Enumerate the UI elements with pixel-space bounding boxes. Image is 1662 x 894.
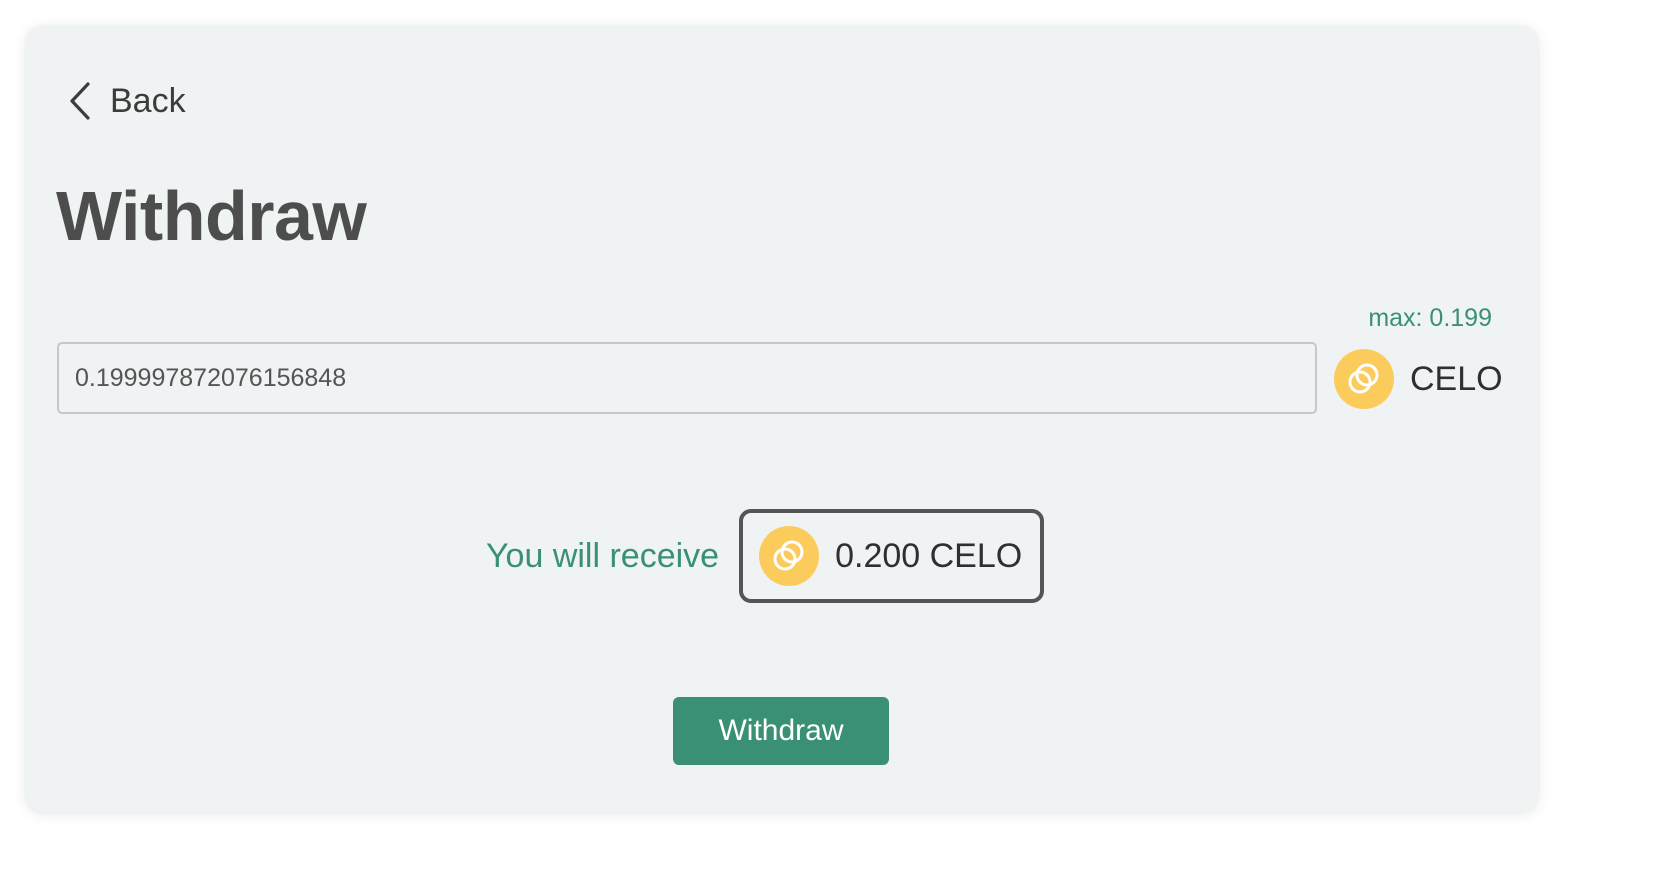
withdraw-button[interactable]: Withdraw <box>673 697 889 765</box>
token-symbol: CELO <box>1410 359 1503 398</box>
receive-amount-box: 0.200 CELO <box>739 509 1045 603</box>
token-selector: CELO <box>1334 348 1503 410</box>
celo-coin-icon <box>759 526 820 586</box>
celo-coin-icon <box>1334 349 1394 409</box>
back-label: Back <box>110 81 186 120</box>
receive-amount: 0.200 CELO <box>835 536 1023 575</box>
amount-input[interactable] <box>57 342 1317 414</box>
back-link[interactable]: Back <box>66 78 186 124</box>
receive-label: You will receive <box>486 536 720 575</box>
chevron-left-icon <box>66 81 94 121</box>
max-amount-link[interactable]: max: 0.199 <box>1368 304 1492 333</box>
withdraw-card: Back Withdraw max: 0.199 CELO You will r… <box>26 26 1538 812</box>
receive-summary: You will receive 0.200 CELO <box>486 506 1045 606</box>
page-title: Withdraw <box>56 177 367 255</box>
